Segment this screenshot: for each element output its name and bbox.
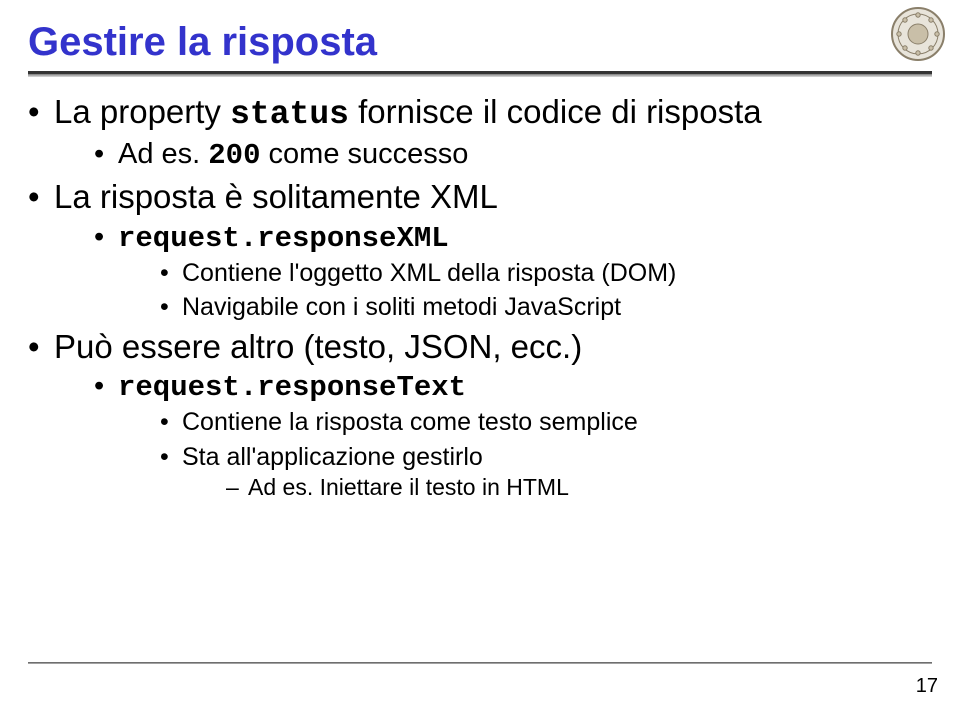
text: Contiene la risposta come testo semplice <box>182 408 638 436</box>
page-number: 17 <box>916 675 938 698</box>
text: Può essere altro (testo, JSON, ecc.) <box>54 328 582 365</box>
bullet-item: Contiene l'oggetto XML della risposta (D… <box>160 257 932 290</box>
slide-title: Gestire la risposta <box>28 20 932 65</box>
code-text: status <box>230 96 349 133</box>
footer-divider <box>28 662 932 664</box>
text: Contiene l'oggetto XML della risposta (D… <box>182 259 676 287</box>
bullet-item: Ad es. Iniettare il testo in HTML <box>226 473 932 503</box>
bullet-list: La property status fornisce il codice di… <box>28 91 932 503</box>
title-divider <box>28 71 932 77</box>
text: La property <box>54 93 230 130</box>
text: Ad es. <box>118 138 208 170</box>
slide: Gestire la risposta La property status f… <box>0 0 960 712</box>
text: come successo <box>261 138 469 170</box>
code-text: 200 <box>208 139 260 172</box>
bullet-item: La risposta è solitamente XML request.re… <box>28 176 932 323</box>
text: La risposta è solitamente XML <box>54 178 498 215</box>
bullet-item: Contiene la risposta come testo semplice <box>160 406 932 439</box>
code-text: request.responseXML <box>118 222 449 255</box>
bullet-item: request.responseXML Contiene l'oggetto X… <box>94 219 932 324</box>
seal-logo <box>890 6 946 62</box>
bullet-item: request.responseText Contiene la rispost… <box>94 368 932 503</box>
bullet-item: La property status fornisce il codice di… <box>28 91 932 174</box>
text: Navigabile con i soliti metodi JavaScrip… <box>182 293 621 321</box>
bullet-item: Sta all'applicazione gestirlo Ad es. Ini… <box>160 441 932 503</box>
bullet-item: Navigabile con i soliti metodi JavaScrip… <box>160 291 932 324</box>
text: fornisce il codice di risposta <box>349 93 762 130</box>
text: Ad es. Iniettare il testo in HTML <box>248 474 569 500</box>
text: Sta all'applicazione gestirlo <box>182 443 483 471</box>
bullet-item: Ad es. 200 come successo <box>94 136 932 174</box>
bullet-item: Può essere altro (testo, JSON, ecc.) req… <box>28 326 932 503</box>
code-text: request.responseText <box>118 371 466 404</box>
